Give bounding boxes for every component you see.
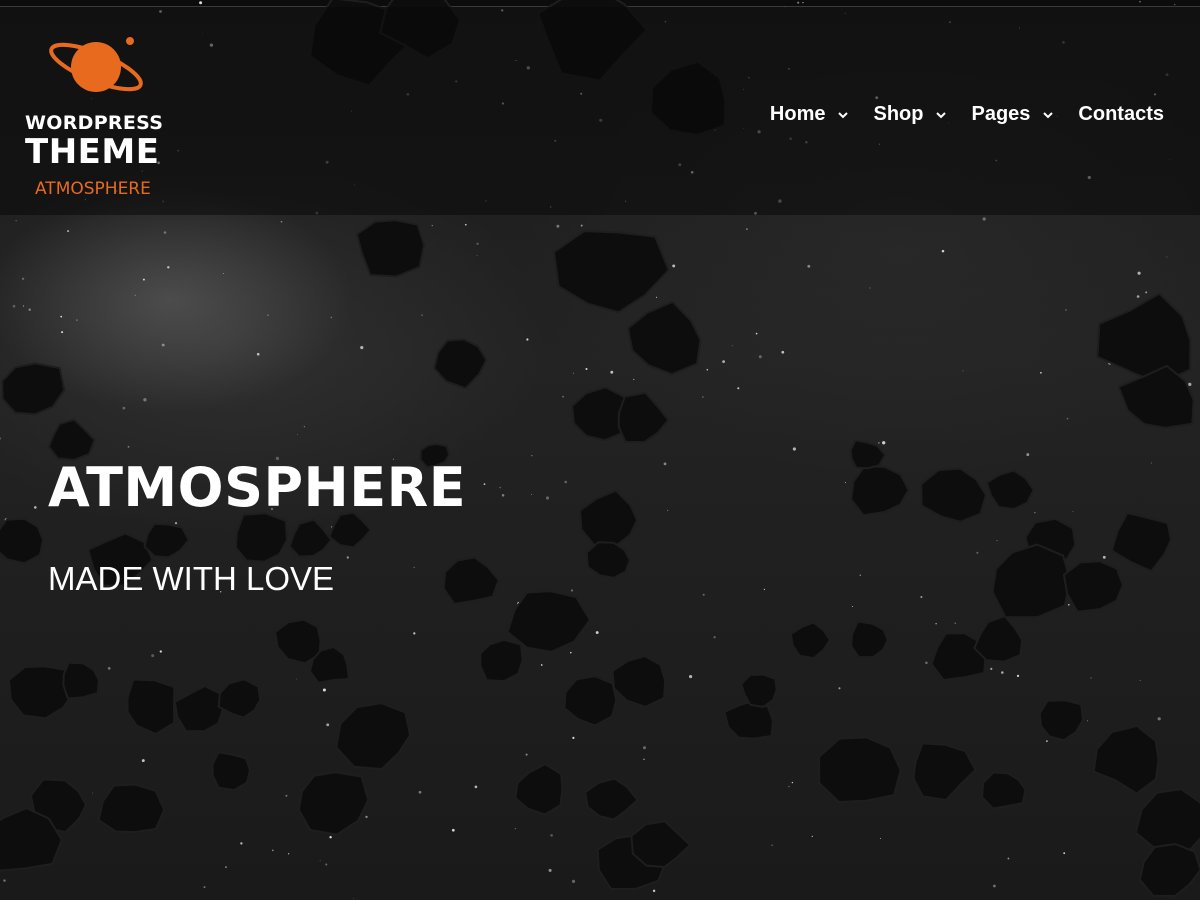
page: WORDPRESS THEME ATMOSPHERE Home Shop Pag… [0, 0, 1200, 900]
main-navigation: Home Shop Pages Contacts [746, 103, 1164, 126]
hero-title: ATMOSPHERE [48, 456, 467, 519]
nav-item-pages[interactable]: Pages [971, 103, 1054, 126]
nav-item-home[interactable]: Home [770, 103, 850, 126]
nav-item-contacts[interactable]: Contacts [1078, 103, 1164, 126]
nav-item-label: Shop [873, 103, 924, 125]
logo-text-theme: THEME [25, 132, 160, 172]
logo-text-atmosphere: ATMOSPHERE [35, 179, 151, 199]
nav-item-label: Pages [971, 103, 1031, 125]
chevron-down-icon [936, 111, 947, 118]
logo-text-wordpress: WORDPRESS [25, 112, 164, 134]
nav-item-label: Home [769, 103, 826, 125]
chevron-down-icon [838, 111, 849, 118]
site-header: WORDPRESS THEME ATMOSPHERE Home Shop Pag… [0, 7, 1200, 215]
hero-subtitle: MADE WITH LOVE [48, 560, 335, 597]
nav-item-label: Contacts [1078, 103, 1164, 125]
chevron-down-icon [1043, 111, 1054, 118]
site-logo[interactable]: WORDPRESS THEME ATMOSPHERE [22, 29, 182, 209]
planet-icon [49, 37, 143, 92]
nav-item-shop[interactable]: Shop [873, 103, 947, 126]
